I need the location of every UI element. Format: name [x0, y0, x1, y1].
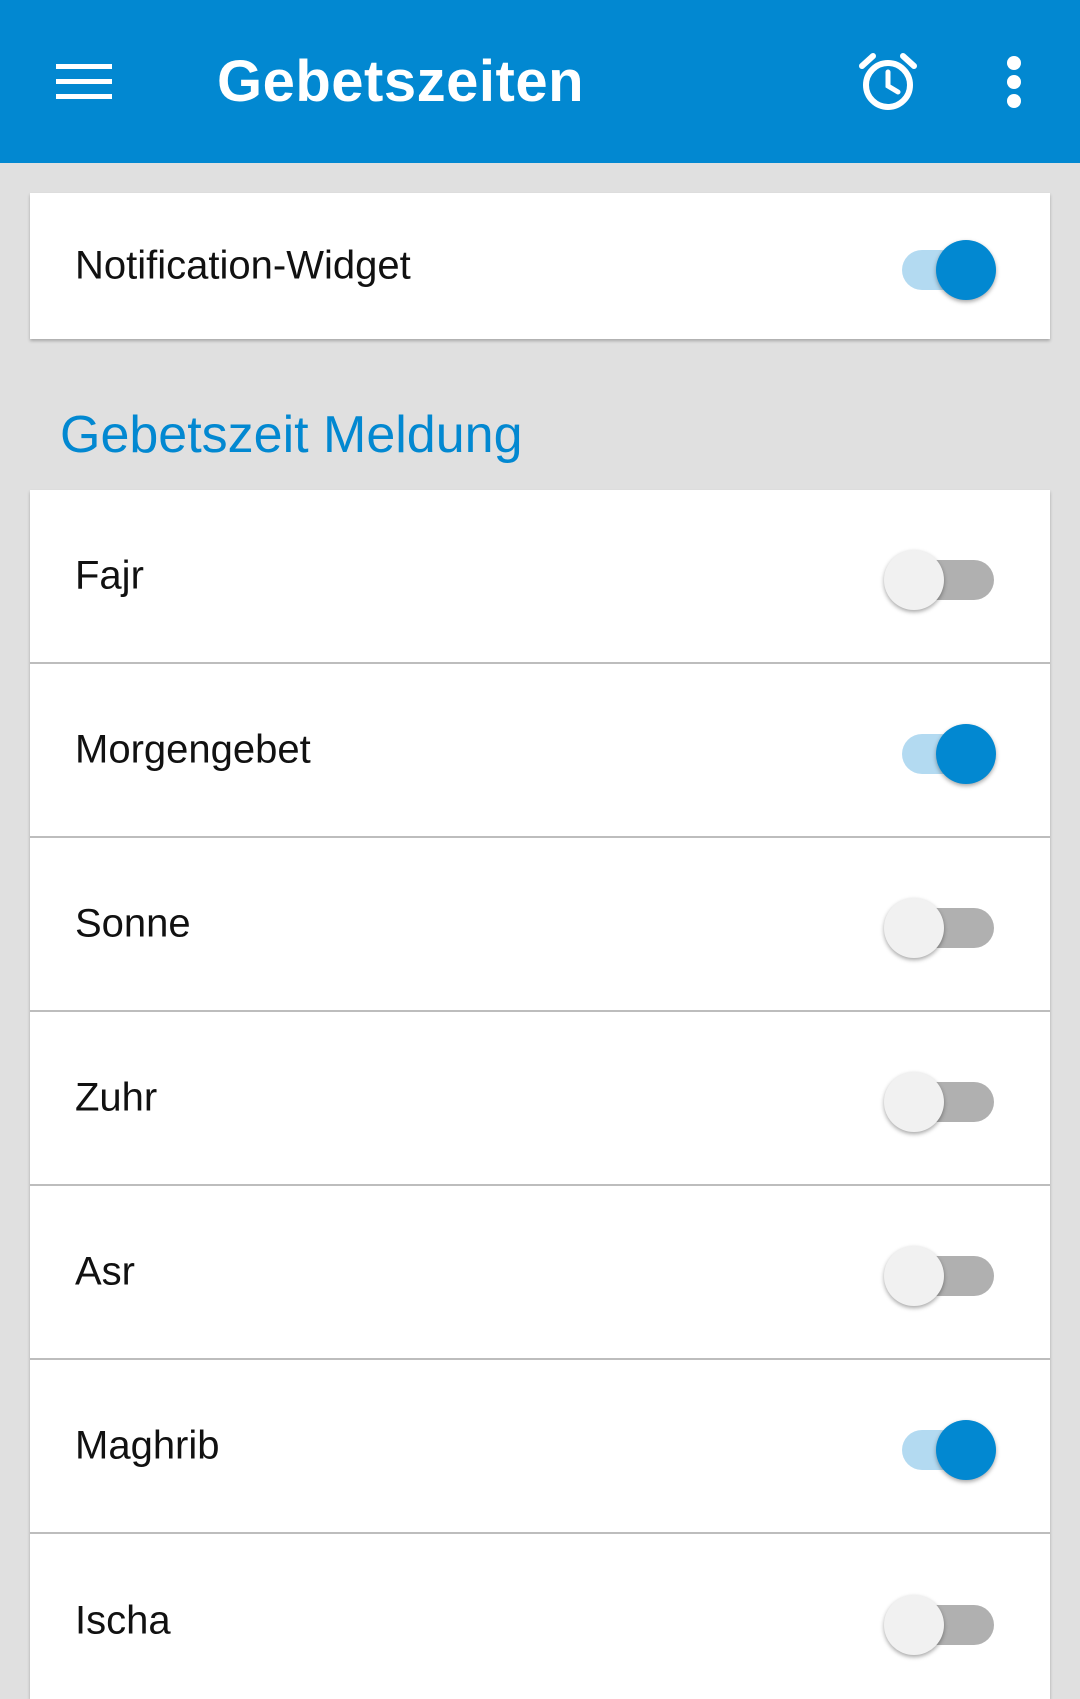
prayer-switch[interactable] — [898, 1414, 996, 1480]
more-options-button[interactable] — [970, 38, 1058, 126]
notification-widget-label: Notification-Widget — [75, 243, 411, 288]
prayer-label: Morgengebet — [75, 727, 311, 772]
prayer-label: Maghrib — [75, 1423, 220, 1468]
prayer-switch[interactable] — [884, 1589, 994, 1655]
prayer-switch[interactable] — [898, 718, 996, 784]
prayer-switch[interactable] — [884, 1066, 994, 1132]
prayer-label: Ischa — [75, 1598, 171, 1643]
prayer-notification-list: Fajr Morgengebet Sonne Zuhr Asr Maghrib … — [30, 490, 1050, 1699]
prayer-switch[interactable] — [884, 1240, 994, 1306]
switch-thumb — [936, 724, 996, 784]
more-vert-icon — [1007, 56, 1021, 108]
app-bar: Gebetszeiten — [0, 0, 1080, 163]
prayer-switch[interactable] — [884, 544, 994, 610]
alarm-button[interactable] — [844, 38, 932, 126]
prayer-label: Zuhr — [75, 1075, 158, 1120]
prayer-label: Fajr — [75, 553, 144, 598]
notification-widget-switch[interactable] — [898, 234, 996, 300]
switch-thumb — [884, 1595, 944, 1655]
alarm-clock-icon — [859, 53, 917, 110]
switch-thumb — [884, 898, 944, 958]
page-title: Gebetszeiten — [217, 49, 584, 114]
prayer-switch[interactable] — [884, 892, 994, 958]
menu-icon — [56, 64, 112, 99]
prayer-row-ischa[interactable]: Ischa — [30, 1534, 1050, 1699]
prayer-label: Sonne — [75, 901, 191, 946]
switch-thumb — [936, 1420, 996, 1480]
switch-thumb — [884, 1246, 944, 1306]
switch-thumb — [936, 240, 996, 300]
switch-thumb — [884, 1072, 944, 1132]
menu-button[interactable] — [40, 38, 128, 126]
notification-widget-row[interactable]: Notification-Widget — [30, 193, 1050, 339]
prayer-row-sonne[interactable]: Sonne — [30, 838, 1050, 1012]
prayer-row-fajr[interactable]: Fajr — [30, 490, 1050, 664]
prayer-row-zuhr[interactable]: Zuhr — [30, 1012, 1050, 1186]
switch-thumb — [884, 550, 944, 610]
prayer-row-maghrib[interactable]: Maghrib — [30, 1360, 1050, 1534]
prayer-label: Asr — [75, 1249, 135, 1294]
prayer-row-asr[interactable]: Asr — [30, 1186, 1050, 1360]
prayer-row-morgengebet[interactable]: Morgengebet — [30, 664, 1050, 838]
section-header: Gebetszeit Meldung — [60, 406, 523, 464]
